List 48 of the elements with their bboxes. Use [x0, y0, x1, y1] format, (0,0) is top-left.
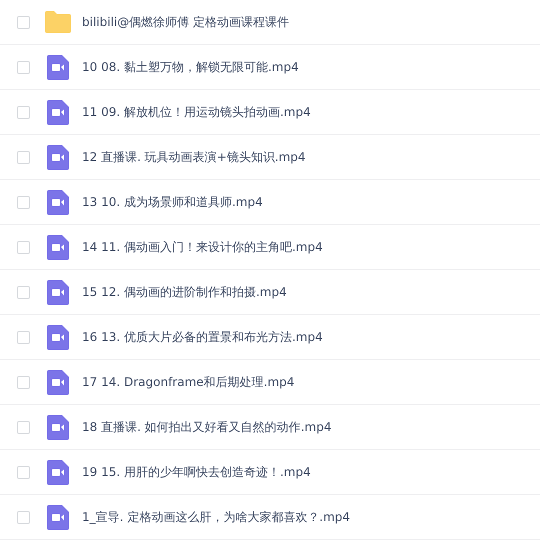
file-row[interactable]: 12 直播课. 玩具动画表演+镜头知识.mp4 — [0, 135, 540, 180]
file-row[interactable]: 1_宣导. 定格动画这么肝，为啥大家都喜欢？.mp4 — [0, 495, 540, 540]
file-row[interactable]: 14 11. 偶动画入门！来设计你的主角吧.mp4 — [0, 225, 540, 270]
file-row[interactable]: 11 09. 解放机位！用运动镜头拍动画.mp4 — [0, 90, 540, 135]
file-name[interactable]: 12 直播课. 玩具动画表演+镜头知识.mp4 — [82, 148, 306, 166]
folder-icon — [45, 11, 71, 33]
video-file-icon — [47, 234, 69, 260]
file-name[interactable]: 16 13. 优质大片必备的置景和布光方法.mp4 — [82, 328, 323, 346]
checkbox[interactable] — [17, 60, 30, 74]
checkbox[interactable] — [17, 150, 30, 164]
checkbox[interactable] — [17, 286, 30, 298]
file-name[interactable]: 11 09. 解放机位！用运动镜头拍动画.mp4 — [82, 104, 311, 120]
file-name[interactable]: 10 08. 黏土塑万物，解锁无限可能.mp4 — [82, 58, 299, 76]
file-row[interactable]: 18 直播课. 如何拍出又好看又自然的动作.mp4 — [0, 405, 540, 450]
file-row[interactable]: 10 08. 黏土塑万物，解锁无限可能.mp4 — [0, 45, 540, 90]
file-name[interactable]: 19 15. 用肝的少年啊快去创造奇迹！.mp4 — [82, 464, 311, 480]
file-row[interactable]: 13 10. 成为场景师和道具师.mp4 — [0, 180, 540, 225]
checkbox[interactable] — [17, 510, 30, 524]
video-file-icon — [47, 324, 69, 350]
video-file-icon — [47, 144, 69, 170]
file-row[interactable]: 17 14. Dragonframe和后期处理.mp4 — [0, 360, 540, 405]
file-name[interactable]: bilibili@偶燃徐师傅 定格动画课程课件 — [82, 14, 290, 30]
video-file-icon — [47, 504, 69, 530]
file-name[interactable]: 1_宣导. 定格动画这么肝，为啥大家都喜欢？.mp4 — [82, 508, 350, 526]
video-file-icon — [47, 370, 69, 394]
file-row[interactable]: 15 12. 偶动画的进阶制作和拍摄.mp4 — [0, 270, 540, 315]
file-name[interactable]: 17 14. Dragonframe和后期处理.mp4 — [82, 374, 294, 390]
video-file-icon — [47, 100, 69, 124]
checkbox[interactable] — [17, 16, 30, 28]
checkbox[interactable] — [17, 330, 30, 344]
checkbox[interactable] — [17, 106, 30, 118]
checkbox[interactable] — [17, 196, 30, 208]
video-file-icon — [47, 414, 69, 440]
file-name[interactable]: 18 直播课. 如何拍出又好看又自然的动作.mp4 — [82, 418, 332, 436]
file-row[interactable]: bilibili@偶燃徐师傅 定格动画课程课件 — [0, 0, 540, 45]
video-file-icon — [47, 54, 69, 80]
checkbox[interactable] — [17, 376, 30, 388]
checkbox[interactable] — [17, 466, 30, 478]
file-row[interactable]: 19 15. 用肝的少年啊快去创造奇迹！.mp4 — [0, 450, 540, 495]
file-row[interactable]: 16 13. 优质大片必备的置景和布光方法.mp4 — [0, 315, 540, 360]
file-name[interactable]: 13 10. 成为场景师和道具师.mp4 — [82, 194, 263, 210]
checkbox[interactable] — [17, 240, 30, 254]
video-file-icon — [47, 460, 69, 484]
file-name[interactable]: 14 11. 偶动画入门！来设计你的主角吧.mp4 — [82, 238, 323, 256]
video-file-icon — [47, 190, 69, 214]
file-name[interactable]: 15 12. 偶动画的进阶制作和拍摄.mp4 — [82, 284, 287, 300]
video-file-icon — [47, 280, 69, 304]
checkbox[interactable] — [17, 420, 30, 434]
